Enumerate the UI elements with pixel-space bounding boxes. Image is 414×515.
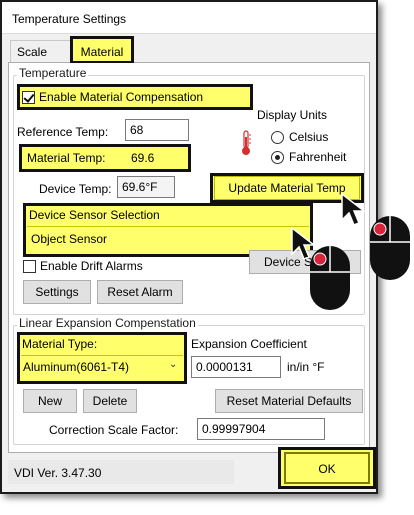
- material-type-label: Material Type:: [22, 337, 98, 351]
- update-material-temp-button[interactable]: Update Material Temp: [214, 176, 360, 200]
- linear-expansion-group-label: Linear Expansion Compenstation: [17, 316, 198, 330]
- tab-material[interactable]: Material: [70, 36, 134, 64]
- device-sensor-selection-label: Device Sensor Selection: [29, 208, 160, 222]
- enable-drift-alarms-checkbox[interactable]: [23, 260, 36, 273]
- expansion-coefficient-label: Expansion Coefficient: [191, 337, 307, 351]
- settings-button[interactable]: Settings: [23, 280, 91, 304]
- material-temp-label: Material Temp:: [27, 151, 106, 165]
- celsius-label: Celsius: [289, 130, 329, 144]
- reference-temp-input[interactable]: 68: [125, 119, 189, 141]
- temperature-group-label: Temperature: [17, 66, 89, 80]
- enable-material-compensation-checkbox[interactable]: [22, 91, 35, 104]
- window-title: Temperature Settings: [12, 12, 127, 26]
- reset-alarm-button[interactable]: Reset Alarm: [97, 280, 183, 304]
- celsius-radio[interactable]: [271, 131, 284, 144]
- enable-material-compensation-label: Enable Material Compensation: [39, 90, 204, 104]
- new-material-button[interactable]: New: [23, 389, 77, 413]
- correction-scale-factor-label: Correction Scale Factor:: [49, 423, 179, 437]
- thermometer-icon: [242, 130, 251, 155]
- reset-material-defaults-button[interactable]: Reset Material Defaults: [215, 389, 363, 413]
- chevron-down-icon[interactable]: ⌄: [169, 359, 177, 370]
- device-temp-label: Device Temp:: [39, 182, 112, 196]
- version-label: VDI Ver. 3.47.30: [14, 466, 102, 480]
- expansion-unit-label: in/in °F: [287, 360, 325, 374]
- mouse-click-icon: [370, 216, 410, 280]
- sensor-dropdown-value: Object Sensor: [31, 232, 108, 246]
- mouse-click-icon: [310, 246, 350, 310]
- title-bar: Temperature Settings: [2, 2, 376, 34]
- cursor-arrow-icon: [341, 192, 366, 226]
- device-temp-field: 69.6°F: [117, 176, 175, 198]
- material-temp-input[interactable]: 69.6: [131, 151, 154, 165]
- material-type-value: Aluminum(6061-T4): [23, 360, 130, 374]
- expansion-coefficient-input[interactable]: 0.0000131: [191, 356, 281, 378]
- enable-drift-alarms-label: Enable Drift Alarms: [40, 259, 143, 273]
- ok-button[interactable]: OK: [284, 452, 370, 484]
- fahrenheit-radio[interactable]: [271, 151, 284, 164]
- delete-material-button[interactable]: Delete: [83, 389, 137, 413]
- display-units-label: Display Units: [257, 108, 328, 122]
- tab-scale-bar[interactable]: Scale Bar: [10, 40, 76, 81]
- reference-temp-label: Reference Temp:: [17, 125, 109, 139]
- correction-scale-factor-field: 0.99997904: [197, 418, 325, 440]
- fahrenheit-label: Fahrenheit: [289, 150, 347, 164]
